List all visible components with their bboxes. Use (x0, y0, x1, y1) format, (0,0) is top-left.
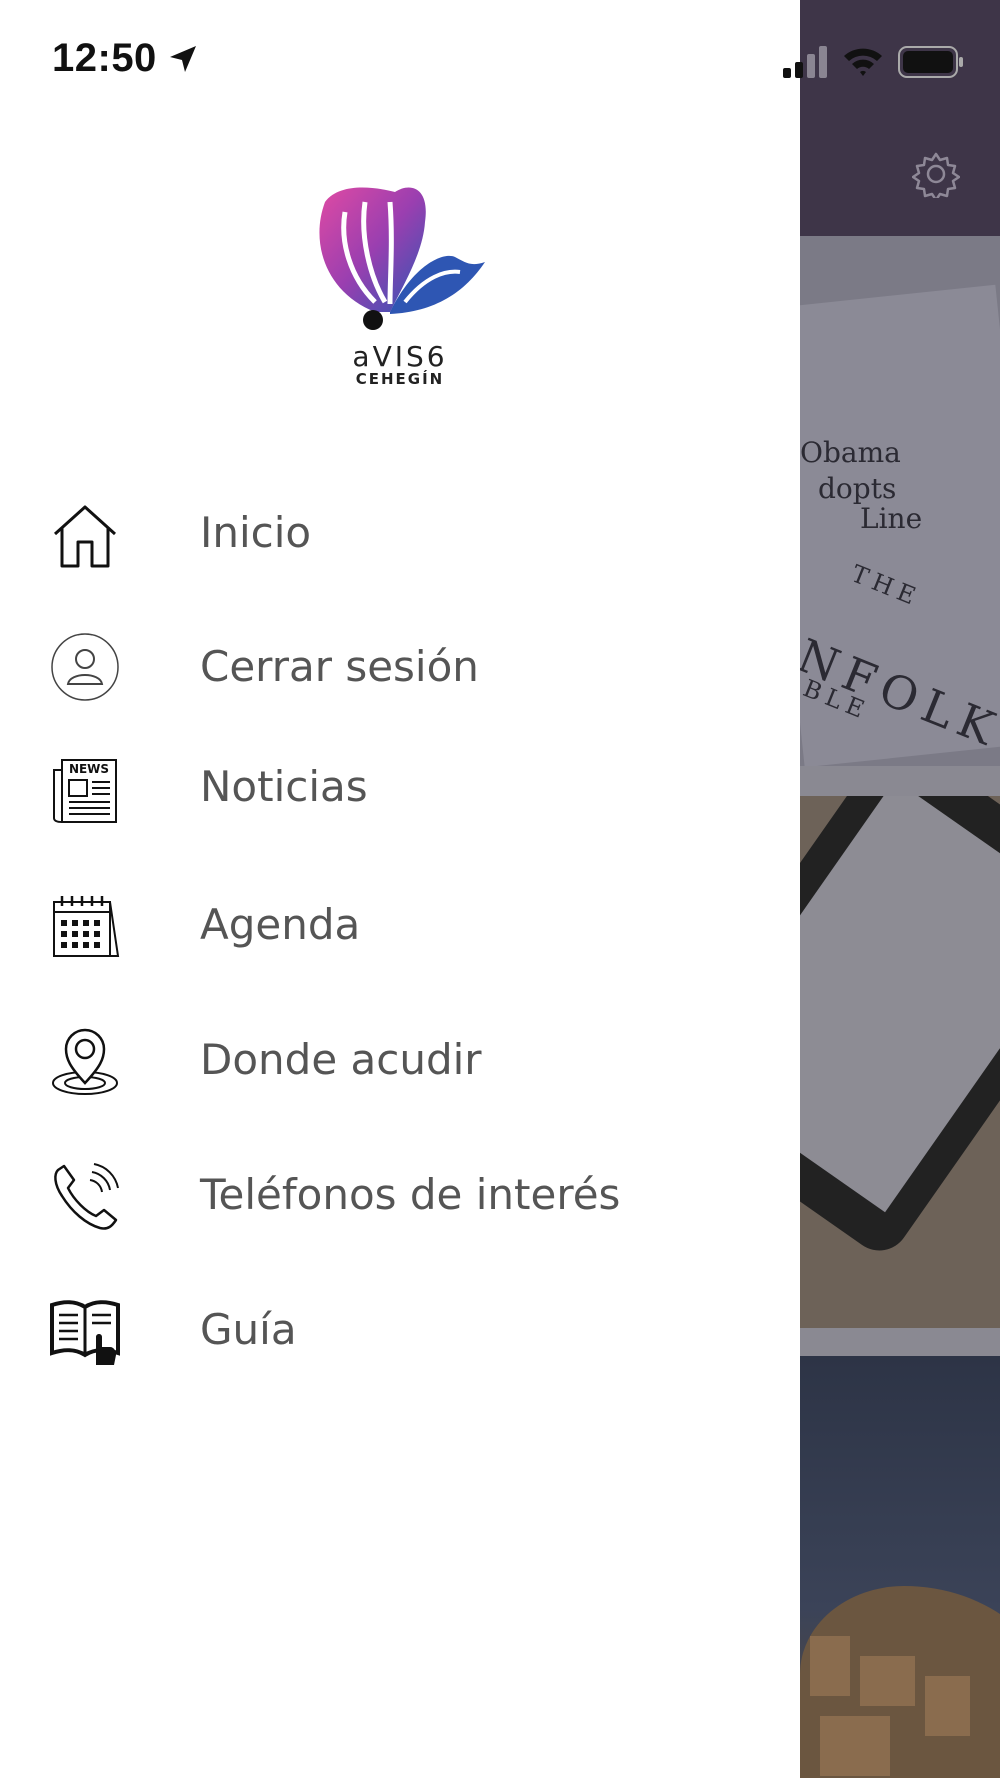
user-icon (51, 633, 119, 701)
logo-subtitle: CEHEGÍN (355, 370, 445, 388)
menu-item-guia[interactable]: Guía (0, 1275, 800, 1385)
background-agenda-card[interactable] (800, 796, 1000, 1328)
navigation-drawer: aVIS6 CEHEGÍN Inicio Cerrar sesión NEWS (0, 0, 800, 1778)
location-pin-icon (52, 1028, 118, 1095)
menu-item-label: Donde acudir (200, 1035, 482, 1084)
menu-item-label: Inicio (200, 508, 312, 557)
status-time: 12:50 (52, 36, 157, 80)
card-separator (800, 1328, 1000, 1356)
background-news-card[interactable]: Obama dopts Line THE NFOLK BLE (800, 236, 1000, 766)
logo-text: aVIS6 (352, 340, 448, 373)
cellular-signal-icon (783, 46, 827, 78)
menu-item-label: Noticias (200, 762, 368, 811)
calendar-icon (53, 896, 120, 957)
menu-item-label: Guía (200, 1305, 297, 1354)
battery-icon (898, 46, 963, 78)
building-image (925, 1676, 970, 1736)
building-image (820, 1716, 890, 1776)
newspaper-icon: NEWS (53, 759, 117, 823)
background-app: Obama dopts Line THE NFOLK BLE (800, 0, 1000, 1778)
menu-item-inicio[interactable]: Inicio (0, 480, 800, 590)
svg-text:NEWS: NEWS (69, 762, 109, 776)
menu-item-telefonos[interactable]: Teléfonos de interés (0, 1140, 800, 1250)
menu-item-donde-acudir[interactable]: Donde acudir (0, 1005, 800, 1115)
building-image (860, 1656, 915, 1706)
menu-item-cerrar-sesion[interactable]: Cerrar sesión (0, 612, 800, 722)
home-icon (53, 505, 117, 568)
building-image (810, 1636, 850, 1696)
card-text: Obama (800, 436, 901, 469)
gear-icon[interactable] (912, 150, 960, 198)
butterfly-logo-icon (319, 187, 485, 330)
card-text: Line (860, 502, 923, 535)
guide-book-icon (50, 1300, 120, 1365)
menu-item-label: Agenda (200, 900, 361, 949)
menu-item-label: Teléfonos de interés (200, 1170, 621, 1219)
background-town-card[interactable] (800, 1356, 1000, 1778)
app-logo: aVIS6 CEHEGÍN (305, 182, 495, 392)
wifi-icon (844, 48, 882, 76)
menu-item-noticias[interactable]: NEWS Noticias (0, 734, 800, 844)
phone-icon (54, 1163, 119, 1230)
menu-item-label: Cerrar sesión (200, 642, 479, 691)
location-arrow-icon (170, 46, 196, 72)
status-bar: 12:50 (0, 0, 1000, 120)
card-text: dopts (818, 472, 897, 505)
card-separator (800, 766, 1000, 796)
menu-item-agenda[interactable]: Agenda (0, 870, 800, 980)
